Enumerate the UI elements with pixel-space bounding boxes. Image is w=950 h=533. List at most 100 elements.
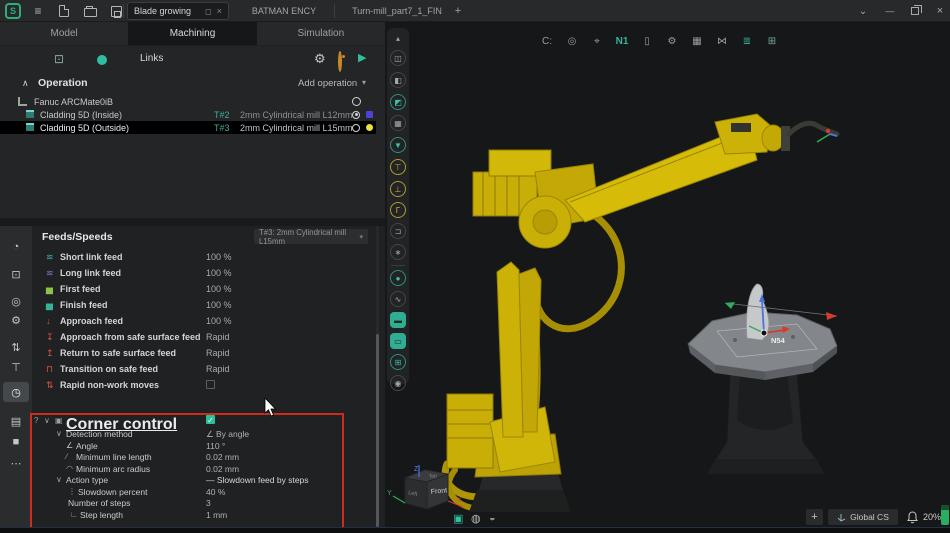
workpiece-icon[interactable]: ⊡ [0, 266, 32, 282]
tab-machining[interactable]: Machining [128, 22, 256, 45]
main-menu-icon[interactable]: ≡ [28, 0, 48, 22]
help-icon[interactable]: ? [34, 416, 38, 425]
close-window-button[interactable]: × [928, 0, 950, 22]
fit-view-icon[interactable]: ▣ [453, 512, 463, 525]
zoom-level[interactable]: 20% [923, 512, 941, 522]
feed-row[interactable]: ↧Approach from safe surface feedRapid [32, 329, 376, 345]
document-tab-label: Blade growing [134, 6, 200, 16]
application-window: S ≡ Blade growing ◻ × BATMAN ENCY Turn-m… [0, 0, 950, 533]
tool-ref: T#2 [214, 110, 230, 120]
machining-settings-gear-icon[interactable]: ⚙ [314, 51, 326, 67]
operation-name: Cladding 5D (Inside) [40, 110, 122, 120]
operation-radio[interactable] [352, 124, 360, 132]
feed-row[interactable]: ⊓Transition on safe feedRapid [32, 361, 376, 377]
corner-control-row[interactable]: ? ∨ ▣ Corner control ✓ [0, 415, 344, 427]
strategy-icon[interactable]: ◎ [0, 293, 32, 309]
viewport-3d[interactable]: C: ◎ ⌖ N1 ▯ ⚙ ▦ ⋈ ≣ ⊞ ▴ ◫ ◧ ◩ ▦ ▼ ⊤ ⊥ Γ … [385, 22, 950, 527]
document-tab[interactable]: BATMAN ENCY [238, 0, 330, 22]
document-tab[interactable]: Turn-mill_part7_1_FIN [342, 0, 452, 22]
rapid-moves-checkbox[interactable] [206, 380, 215, 389]
chevron-down-icon: ▾ [359, 233, 363, 241]
setup-gear-icon[interactable]: ⚙ [0, 312, 32, 328]
pin-tab-icon[interactable]: ◻ [205, 7, 212, 16]
links-row: ⊡ Links ⚙ ▶ [0, 46, 385, 72]
operation-row[interactable]: Cladding 5D (Inside) T#2 2mm Cylindrical… [0, 108, 376, 121]
operation-name: Fanuc ARCMate0iB [34, 97, 113, 107]
feed-row[interactable]: ▅Finish feed100 % [32, 297, 376, 313]
notifications-bell-icon[interactable] [907, 511, 918, 524]
corner-control-checkbox[interactable]: ✓ [206, 415, 215, 424]
feeds-speeds-title: Feeds/Speeds [42, 231, 113, 243]
operation-name: Cladding 5D (Outside) [40, 123, 129, 133]
chevron-down-icon[interactable]: ∨ [56, 429, 62, 438]
parameters-icon[interactable]: ⇅ [0, 339, 32, 355]
collapse-chevron-icon[interactable]: ∧ [22, 78, 29, 89]
feed-row[interactable]: ↓Approach feed100 % [32, 313, 376, 329]
param-row[interactable]: ⋮Slowdown percent40 % [0, 486, 344, 498]
param-row[interactable]: ∨Action type— Slowdown feed by steps [0, 474, 344, 486]
approach-safe-feed-icon: ↧ [46, 332, 54, 343]
param-row[interactable]: ◠Minimum arc radius0.02 mm [0, 463, 344, 475]
operation-color-chip[interactable] [366, 124, 373, 131]
cube-y-label: Y [387, 490, 392, 497]
feed-row[interactable]: ≋Short link feed100 % [32, 249, 376, 265]
minimize-button[interactable]: — [878, 0, 902, 22]
corner-control-icon: ▣ [55, 416, 63, 425]
cube-top-label[interactable]: Top [429, 473, 438, 480]
app-logo[interactable]: S [5, 3, 21, 19]
cell-icon[interactable]: ⊡ [54, 52, 64, 66]
coordinate-system-selector[interactable]: Global CS [828, 509, 898, 525]
maximize-button[interactable] [903, 0, 927, 22]
tab-model[interactable]: Model [0, 22, 128, 45]
title-bar: S ≡ Blade growing ◻ × BATMAN ENCY Turn-m… [0, 0, 950, 22]
new-tab-button[interactable]: + [450, 0, 466, 22]
shaded-view-icon[interactable]: ◒ [489, 512, 496, 524]
line-length-icon: ∕ [66, 452, 67, 461]
operation-row-machine[interactable]: Fanuc ARCMate0iB [0, 95, 376, 108]
short-link-feed-icon: ≋ [46, 252, 54, 263]
param-row[interactable]: ∨Detection method∠ By angle [0, 428, 344, 440]
slowdown-icon: ⋮ [68, 487, 76, 496]
finish-feed-icon: ▅ [46, 300, 53, 311]
tool-ref: T#3 [214, 123, 230, 133]
run-calculation-icon[interactable]: ▶ [358, 51, 366, 64]
simulation-mode-icon[interactable] [338, 51, 342, 72]
operation-radio[interactable] [352, 111, 360, 119]
mouse-cursor [264, 398, 278, 418]
open-file-icon[interactable] [80, 0, 100, 22]
tool-icon[interactable]: ⊤ [0, 359, 32, 375]
feed-row[interactable]: ▅First feed100 % [32, 281, 376, 297]
return-safe-feed-icon: ↥ [46, 348, 54, 359]
performance-battery-icon [941, 505, 949, 525]
operation-radio[interactable] [352, 97, 361, 106]
param-row[interactable]: ∟Step length1 mm [0, 509, 344, 521]
panel-divider [0, 218, 385, 226]
feed-row[interactable]: ≋Long link feed100 % [32, 265, 376, 281]
window-menu-icon[interactable]: ⌄ [851, 0, 875, 22]
chevron-down-icon[interactable]: ∨ [56, 475, 62, 484]
operation-color-chip[interactable] [366, 111, 373, 118]
feeds-speeds-panel: ◔ ⊡ ◎ ⚙ ⇅ ⊤ ◷ ▤ ■ ⋯ Feeds/Speeds T#3: 2m… [0, 226, 385, 527]
add-operation-button[interactable]: Add operation [298, 78, 357, 89]
add-cs-button[interactable]: + [806, 509, 823, 525]
document-tab-active[interactable]: Blade growing ◻ × [127, 2, 229, 20]
stock-icon[interactable]: ◔ [0, 239, 32, 255]
param-row[interactable]: ∠Angle110 ° [0, 440, 344, 452]
param-row[interactable]: Number of steps3 [0, 497, 344, 509]
angle-icon: ∠ [66, 441, 73, 450]
scrollbar-thumb[interactable] [376, 334, 379, 527]
new-file-icon[interactable] [54, 0, 74, 22]
tab-simulation[interactable]: Simulation [257, 22, 385, 45]
chevron-down-icon[interactable]: ∨ [44, 416, 50, 425]
scene-3d: N54 Front Left Top Z Y X [385, 22, 950, 527]
param-row[interactable]: ∕Minimum line length0.02 mm [0, 451, 344, 463]
add-operation-caret-icon[interactable]: ▾ [362, 78, 366, 87]
close-tab-icon[interactable]: × [217, 6, 222, 16]
feed-row[interactable]: ⇅Rapid non-work moves [32, 377, 376, 393]
globe-view-icon[interactable]: ◍ [471, 512, 481, 525]
cube-x-label: X [457, 497, 462, 504]
feed-row[interactable]: ↥Return to safe surface feedRapid [32, 345, 376, 361]
feeds-speeds-icon[interactable]: ◷ [0, 384, 32, 400]
tool-selector-dropdown[interactable]: T#3: 2mm Cylindrical mill L15mm ▾ [254, 229, 368, 244]
operation-row-selected[interactable]: Cladding 5D (Outside) T#3 2mm Cylindrica… [0, 121, 376, 134]
